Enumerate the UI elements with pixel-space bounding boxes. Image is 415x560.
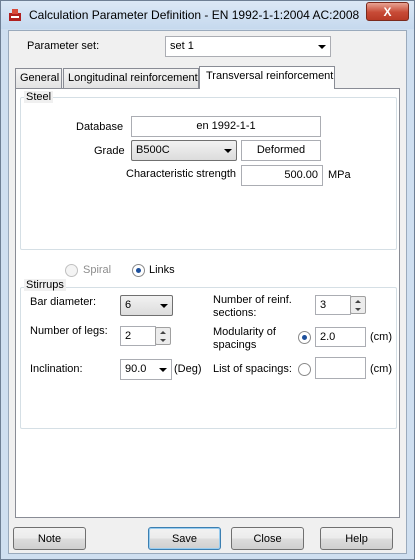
window-close-button[interactable]: X bbox=[366, 2, 409, 21]
spin-down-icon bbox=[355, 308, 361, 311]
modularity-radio[interactable] bbox=[298, 331, 311, 344]
number-of-sections-label-1: Number of reinf. bbox=[213, 294, 292, 306]
help-button[interactable]: Help bbox=[320, 527, 393, 550]
note-button[interactable]: Note bbox=[13, 527, 86, 550]
bar-type-field: Deformed bbox=[241, 140, 321, 161]
grade-select[interactable]: B500C bbox=[131, 140, 237, 161]
char-strength-input[interactable]: 500.00 bbox=[241, 165, 323, 186]
stirrups-group-title: Stirrups bbox=[24, 279, 66, 291]
spin-up-icon bbox=[355, 300, 361, 303]
database-field: en 1992-1-1 bbox=[131, 116, 321, 137]
char-strength-label: Characteristic strength bbox=[126, 168, 237, 180]
chevron-down-icon bbox=[160, 304, 168, 308]
title-bar[interactable]: Calculation Parameter Definition - EN 19… bbox=[1, 1, 414, 29]
bar-diameter-value: 6 bbox=[125, 299, 132, 311]
steel-group-title: Steel bbox=[24, 91, 54, 103]
grade-label: Grade bbox=[94, 145, 125, 157]
number-of-legs-input[interactable]: 2 bbox=[120, 326, 156, 346]
spin-up-icon bbox=[160, 331, 166, 334]
spiral-radio[interactable] bbox=[65, 264, 78, 277]
char-strength-unit: MPa bbox=[328, 169, 351, 181]
parameter-set-select[interactable]: set 1 bbox=[165, 36, 331, 57]
dialog-client: Parameter set: set 1 General Longitudina… bbox=[8, 30, 407, 554]
inclination-select[interactable]: 90.0 bbox=[120, 359, 172, 380]
chevron-down-icon bbox=[224, 149, 232, 153]
tab-panel: Steel Database en 1992-1-1 Grade B500C D… bbox=[15, 88, 400, 518]
modularity-label-2: spacings bbox=[213, 339, 257, 351]
tab-longitudinal-reinforcement[interactable]: Longitudinal reinforcement bbox=[63, 68, 199, 88]
links-radio[interactable] bbox=[132, 264, 145, 277]
dialog-window: Calculation Parameter Definition - EN 19… bbox=[0, 0, 415, 560]
number-of-sections-input[interactable]: 3 bbox=[315, 295, 351, 315]
list-of-spacings-input[interactable] bbox=[315, 357, 366, 379]
bar-diameter-select[interactable]: 6 bbox=[120, 295, 173, 316]
inclination-value: 90.0 bbox=[125, 363, 147, 375]
list-of-spacings-unit: (cm) bbox=[370, 363, 392, 375]
number-of-legs-label: Number of legs: bbox=[30, 325, 108, 337]
inclination-label: Inclination: bbox=[30, 363, 83, 375]
parameter-set-value: set 1 bbox=[170, 40, 194, 52]
bar-diameter-label: Bar diameter: bbox=[30, 296, 97, 308]
links-label: Links bbox=[149, 264, 175, 276]
number-of-sections-label-2: sections: bbox=[213, 307, 257, 319]
grade-value: B500C bbox=[136, 144, 170, 156]
list-of-spacings-label: List of spacings: bbox=[213, 363, 292, 375]
modularity-unit: (cm) bbox=[370, 331, 392, 343]
modularity-label-1: Modularity of bbox=[213, 326, 276, 338]
save-button[interactable]: Save bbox=[148, 527, 221, 550]
close-button[interactable]: Close bbox=[231, 527, 304, 550]
number-of-legs-spinner[interactable] bbox=[155, 327, 171, 345]
spin-down-icon bbox=[160, 339, 166, 342]
app-icon bbox=[9, 9, 21, 21]
tab-general[interactable]: General bbox=[15, 68, 62, 88]
inclination-unit: (Deg) bbox=[174, 363, 202, 375]
spiral-label: Spiral bbox=[83, 264, 112, 276]
database-label: Database bbox=[76, 121, 124, 133]
chevron-down-icon bbox=[159, 368, 167, 372]
chevron-down-icon bbox=[318, 45, 326, 49]
parameter-set-label: Parameter set: bbox=[27, 40, 100, 52]
list-of-spacings-radio[interactable] bbox=[298, 363, 311, 376]
window-title: Calculation Parameter Definition - EN 19… bbox=[29, 8, 360, 22]
modularity-input[interactable]: 2.0 bbox=[315, 327, 366, 347]
number-of-sections-spinner[interactable] bbox=[350, 296, 366, 314]
tab-transversal-reinforcement[interactable]: Transversal reinforcement bbox=[199, 66, 335, 89]
